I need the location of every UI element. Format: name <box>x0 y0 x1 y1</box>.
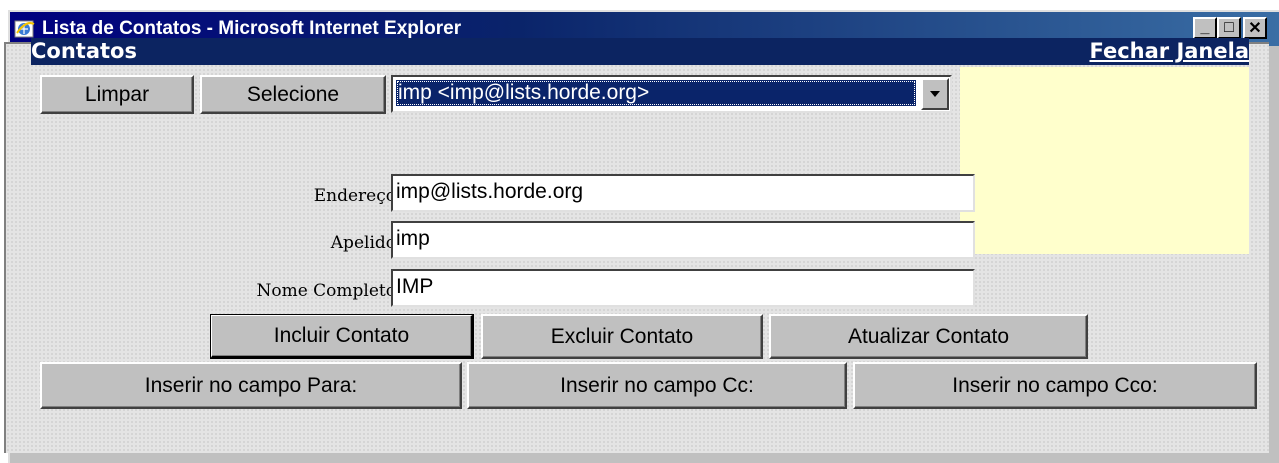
delete-contact-button[interactable]: Excluir Contato <box>481 314 763 359</box>
add-contact-button[interactable]: Incluir Contato <box>210 314 474 359</box>
maximize-button[interactable]: □ <box>1217 17 1241 39</box>
form-panel-background <box>960 67 1249 254</box>
clear-button[interactable]: Limpar <box>40 75 194 114</box>
page-title: Contatos <box>31 39 137 63</box>
window-title: Lista de Contatos - Microsoft Internet E… <box>42 18 462 39</box>
insert-to-button[interactable]: Inserir no campo Para: <box>40 362 462 409</box>
close-icon: ✕ <box>1248 20 1262 37</box>
minimize-button[interactable]: _ <box>1193 17 1217 39</box>
contact-select-value: imp <imp@lists.horde.org> <box>396 80 916 106</box>
fullname-field[interactable]: IMP <box>391 269 975 307</box>
address-field[interactable]: imp@lists.horde.org <box>391 174 975 212</box>
insert-bcc-button[interactable]: Inserir no campo Cco: <box>853 362 1257 409</box>
update-contact-button[interactable]: Atualizar Contato <box>769 314 1088 359</box>
maximize-icon: □ <box>1224 19 1234 36</box>
nickname-label: Apelido <box>330 233 396 253</box>
address-label: Endereço <box>313 186 396 206</box>
select-button[interactable]: Selecione <box>200 75 386 114</box>
minimize-icon: _ <box>1200 19 1210 36</box>
chevron-down-icon <box>930 91 940 97</box>
contacts-header: Contatos Fechar Janela <box>31 38 1249 65</box>
fullname-label: Nome Completo <box>256 281 396 301</box>
contact-select[interactable]: imp <imp@lists.horde.org> <box>391 75 952 113</box>
close-button[interactable]: ✕ <box>1243 17 1267 39</box>
nickname-field[interactable]: imp <box>391 221 975 259</box>
ie-icon <box>14 20 35 38</box>
close-window-link[interactable]: Fechar Janela <box>1089 39 1249 63</box>
insert-cc-button[interactable]: Inserir no campo Cc: <box>467 362 847 409</box>
dropdown-button[interactable] <box>921 78 949 110</box>
